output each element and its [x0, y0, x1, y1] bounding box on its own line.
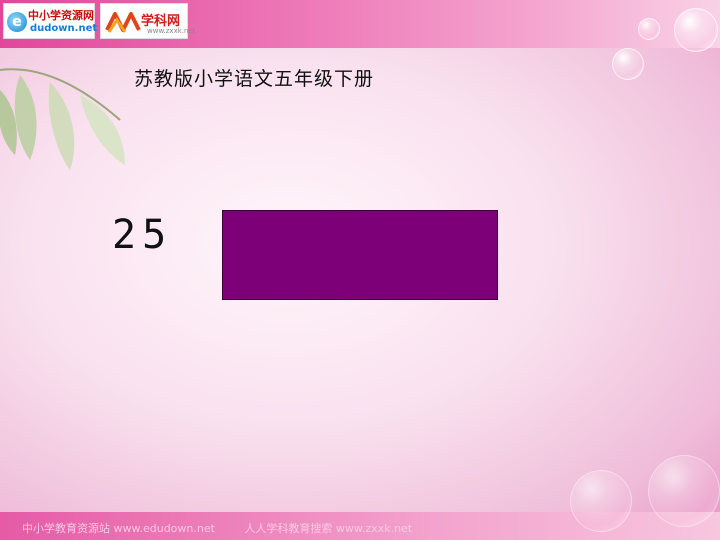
leaf-shape	[0, 90, 17, 155]
e-globe-icon: e	[7, 12, 27, 32]
logo-left-line1: 中小学资源网	[28, 9, 94, 22]
bubble-decoration	[612, 48, 644, 80]
zxxzy-logo[interactable]: e 中小学资源网 dudown.net	[3, 3, 98, 39]
footer: 中小学教育资源站 www.edudown.net 人人学科教育搜索 www.zx…	[22, 520, 412, 536]
bubble-decoration	[570, 470, 632, 532]
zxxk-swoosh-icon	[105, 12, 141, 33]
leaf-decoration	[0, 68, 125, 170]
footer-left-text[interactable]: 中小学教育资源站 www.edudown.net	[22, 522, 215, 535]
leaf-shape	[48, 82, 75, 170]
zxxk-logo[interactable]: 学科网 www.zxxk.net	[100, 3, 195, 39]
lesson-title-box	[222, 210, 498, 300]
leaf-shape	[14, 75, 37, 160]
lesson-number: 25	[112, 212, 173, 258]
bubble-decoration	[674, 8, 718, 52]
bubble-decoration	[638, 18, 660, 40]
bubble-decoration	[648, 455, 720, 527]
logo-left-line2: dudown.net	[30, 23, 98, 34]
page-title: 苏教版小学语文五年级下册	[134, 68, 375, 90]
logo-right-line2: www.zxxk.net	[147, 27, 196, 35]
footer-right-text[interactable]: 人人学科教育搜索 www.zxxk.net	[244, 522, 412, 535]
